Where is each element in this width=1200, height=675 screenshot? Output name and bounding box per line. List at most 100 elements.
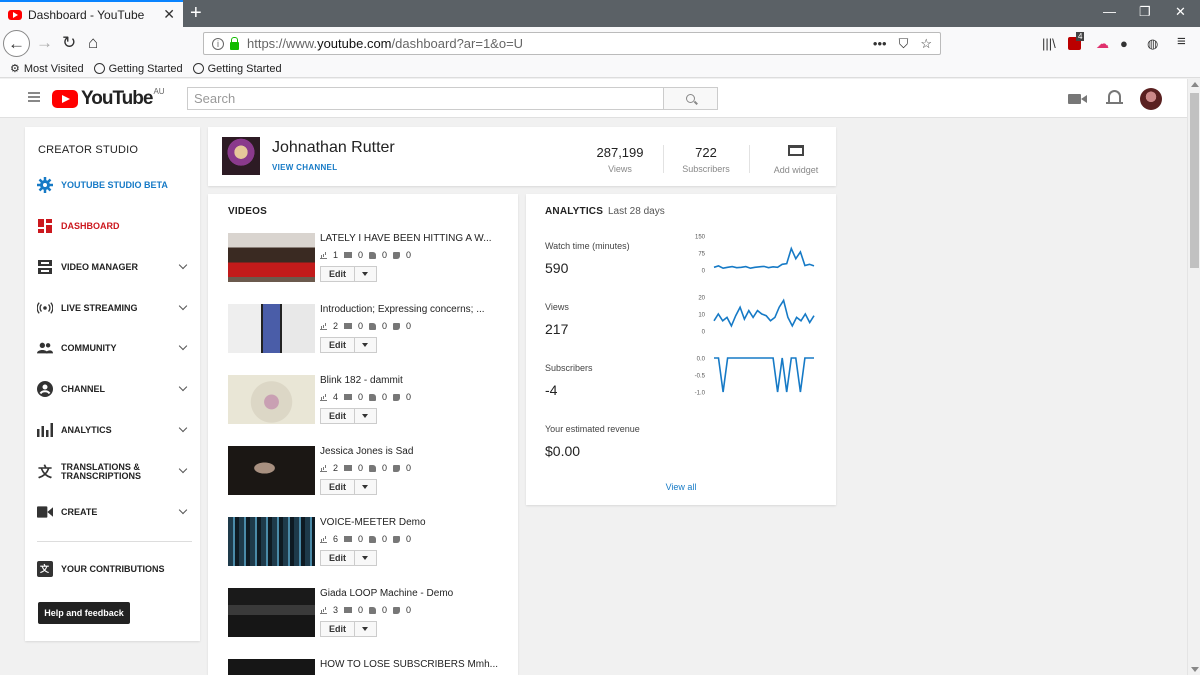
forward-icon[interactable]: →	[36, 33, 53, 53]
chevron-down-icon[interactable]	[178, 423, 188, 433]
video-views: 1	[333, 250, 339, 260]
sidebar-item-analytics[interactable]: ANALYTICS	[25, 418, 200, 442]
bookmark-star-icon[interactable]: ☆	[920, 36, 932, 52]
chevron-down-icon[interactable]	[178, 301, 188, 311]
video-thumbnail[interactable]	[228, 304, 315, 353]
video-title[interactable]: HOW TO LOSE SUBSCRIBERS Mmh...	[320, 659, 505, 670]
glasses-extension-icon[interactable]: ●	[1120, 36, 1128, 51]
dropdown-arrow-icon[interactable]	[362, 627, 368, 631]
view-all-link[interactable]: View all	[526, 482, 836, 492]
video-thumbnail[interactable]	[228, 659, 315, 675]
thumbs-up-icon	[369, 322, 377, 330]
dropdown-arrow-icon[interactable]	[362, 485, 368, 489]
chevron-down-icon[interactable]	[178, 260, 188, 270]
pocket-icon[interactable]: ⛉	[899, 36, 909, 52]
edit-button[interactable]: Edit	[320, 408, 377, 424]
globe-extension-icon[interactable]: ◍	[1147, 36, 1158, 52]
video-thumbnail[interactable]	[228, 588, 315, 637]
search-button[interactable]	[663, 87, 718, 110]
scroll-up-icon[interactable]	[1191, 82, 1199, 87]
view-channel-link[interactable]: VIEW CHANNEL	[272, 163, 337, 172]
reload-icon[interactable]: ↻	[62, 33, 76, 53]
info-icon[interactable]: i	[212, 37, 224, 50]
video-title[interactable]: Giada LOOP Machine - Demo	[320, 588, 505, 599]
close-tab-icon[interactable]: ✕	[163, 6, 175, 23]
dashboard-icon	[37, 218, 53, 234]
tab-title: Dashboard - YouTube	[28, 7, 145, 22]
home-icon[interactable]: ⌂	[88, 33, 98, 53]
chevron-down-icon[interactable]	[178, 505, 188, 515]
scroll-down-icon[interactable]	[1191, 667, 1199, 672]
restore-icon[interactable]: ❐	[1139, 4, 1151, 20]
edit-button[interactable]: Edit	[320, 621, 377, 637]
edit-button[interactable]: Edit	[320, 266, 377, 282]
page-actions-icon[interactable]: •••	[873, 36, 887, 52]
list-item: LATELY I HAVE BEEN HITTING A W... 1 0 0 …	[228, 233, 508, 293]
upload-video-icon[interactable]	[1068, 94, 1087, 104]
chevron-down-icon[interactable]	[178, 382, 188, 392]
search-input[interactable]: Search	[187, 87, 664, 110]
channel-thumbnail[interactable]	[222, 137, 260, 175]
ublock-icon[interactable]: 4	[1068, 32, 1085, 50]
add-widget-button[interactable]: Add widget	[772, 145, 820, 175]
dropdown-arrow-icon[interactable]	[362, 556, 368, 560]
edit-label: Edit	[321, 338, 355, 352]
list-item: Jessica Jones is Sad 2 0 0 0 Edit	[228, 446, 508, 506]
sparkline-tick-label: -0.5	[695, 374, 706, 380]
video-title[interactable]: Jessica Jones is Sad	[320, 446, 505, 457]
list-item: Blink 182 - dammit 4 0 0 0 Edit	[228, 375, 508, 435]
sidebar-item-channel[interactable]: CHANNEL	[25, 377, 200, 401]
dropdown-arrow-icon[interactable]	[362, 414, 368, 418]
cloud-extension-icon[interactable]: ☁	[1096, 36, 1109, 52]
scrollbar-thumb[interactable]	[1190, 93, 1199, 268]
sidebar-item-your-contributions[interactable]: 文 YOUR CONTRIBUTIONS	[25, 557, 200, 581]
edit-button[interactable]: Edit	[320, 337, 377, 353]
video-thumbnail[interactable]	[228, 446, 315, 495]
edit-button[interactable]: Edit	[320, 479, 377, 495]
minimize-icon[interactable]: —	[1103, 4, 1116, 19]
edit-button[interactable]: Edit	[320, 550, 377, 566]
help-and-feedback-button[interactable]: Help and feedback	[38, 602, 130, 624]
library-icon[interactable]: |||\	[1042, 36, 1056, 51]
sidebar-item-studio-beta[interactable]: YOUTUBE STUDIO BETA	[25, 173, 200, 197]
add-widget-label: Add widget	[773, 165, 819, 175]
video-views: 4	[333, 392, 339, 402]
chevron-down-icon[interactable]	[178, 341, 188, 351]
bookmark-most-visited[interactable]: ⚙ Most Visited	[10, 62, 84, 76]
page-scrollbar[interactable]	[1187, 79, 1200, 675]
sidebar-item-live-streaming[interactable]: LIVE STREAMING	[25, 296, 200, 320]
sidebar-item-create[interactable]: CREATE	[25, 500, 200, 524]
close-window-icon[interactable]: ✕	[1175, 4, 1186, 20]
hamburger-menu-icon[interactable]	[28, 92, 40, 102]
video-comments: 0	[358, 321, 364, 331]
youtube-logo[interactable]: YouTube AU	[52, 87, 165, 110]
video-thumbnail[interactable]	[228, 517, 315, 566]
sidebar-item-label: YOUR CONTRIBUTIONS	[61, 564, 165, 574]
bookmark-getting-started[interactable]: Getting Started	[192, 63, 282, 75]
bookmark-label: Getting Started	[108, 62, 183, 75]
video-title[interactable]: VOICE-MEETER Demo	[320, 517, 505, 528]
video-title[interactable]: LATELY I HAVE BEEN HITTING A W...	[320, 233, 505, 244]
sidebar-item-dashboard[interactable]: DASHBOARD	[25, 214, 200, 238]
browser-tab[interactable]: Dashboard - YouTube ✕	[0, 0, 183, 27]
video-title[interactable]: Introduction; Expressing concerns; ...	[320, 304, 505, 315]
video-title[interactable]: Blink 182 - dammit	[320, 375, 505, 386]
views-sparkline: 20 10 0	[698, 296, 815, 336]
url-bar[interactable]: i https://www. youtube.com/dashboard?ar=1…	[203, 32, 941, 55]
sidebar-item-label: CREATE	[61, 507, 98, 517]
video-thumbnail[interactable]	[228, 233, 315, 282]
chevron-down-icon[interactable]	[178, 464, 188, 474]
dropdown-arrow-icon[interactable]	[362, 343, 368, 347]
video-thumbnail[interactable]	[228, 375, 315, 424]
sidebar-item-community[interactable]: COMMUNITY	[25, 336, 200, 360]
new-tab-icon[interactable]: +	[190, 2, 202, 24]
menu-icon[interactable]: ≡	[1177, 33, 1186, 50]
avatar[interactable]	[1140, 88, 1162, 110]
video-views: 6	[333, 534, 339, 544]
notifications-bell-icon[interactable]	[1106, 90, 1123, 104]
sidebar-item-translations[interactable]: 文 TRANSLATIONS & TRANSCRIPTIONS	[25, 459, 200, 485]
back-icon[interactable]: ←	[3, 30, 30, 57]
dropdown-arrow-icon[interactable]	[362, 272, 368, 276]
bookmark-getting-started[interactable]: Getting Started	[93, 62, 183, 75]
sidebar-item-video-manager[interactable]: VIDEO MANAGER	[25, 255, 200, 279]
